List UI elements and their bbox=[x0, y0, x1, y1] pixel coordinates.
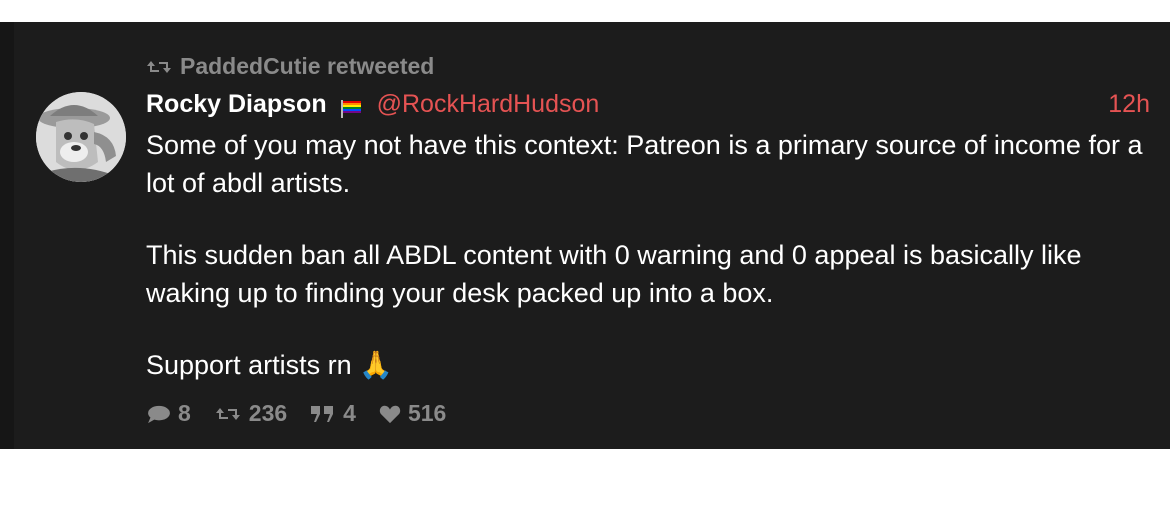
tweet-actions: 8 236 4 516 bbox=[146, 400, 446, 427]
card-left-edge bbox=[0, 22, 14, 449]
tweet-body: Some of you may not have this context: P… bbox=[146, 126, 1146, 384]
like-button[interactable]: 516 bbox=[378, 400, 446, 427]
retweet-count: 236 bbox=[248, 400, 288, 426]
rainbow-flag-icon bbox=[339, 96, 363, 118]
retweet-button[interactable]: 236 bbox=[213, 400, 287, 427]
tweet-header: Rocky Diapson @RockHardHudson 12h bbox=[146, 90, 1150, 119]
like-count: 516 bbox=[407, 400, 447, 426]
reply-count: 8 bbox=[178, 400, 191, 426]
tweet-card[interactable]: PaddedCutie retweeted Rocky Diapson @Roc… bbox=[0, 22, 1170, 449]
retweet-icon bbox=[215, 407, 240, 420]
tweet-paragraph: This sudden ban all ABDL content with 0 … bbox=[146, 240, 1090, 308]
display-name[interactable]: Rocky Diapson bbox=[146, 90, 327, 119]
avatar[interactable] bbox=[36, 92, 126, 182]
reply-icon bbox=[148, 405, 170, 423]
retweet-icon bbox=[147, 60, 171, 73]
reply-button[interactable]: 8 bbox=[146, 400, 191, 427]
retweeter-text: PaddedCutie retweeted bbox=[180, 53, 435, 79]
tweet-paragraph: Support artists rn 🙏 bbox=[146, 350, 393, 380]
tweet-paragraph: Some of you may not have this context: P… bbox=[146, 130, 1150, 198]
user-handle[interactable]: @RockHardHudson bbox=[377, 90, 600, 119]
retweet-indicator: PaddedCutie retweeted bbox=[146, 53, 434, 80]
quote-icon bbox=[311, 405, 334, 422]
heart-icon bbox=[379, 405, 401, 423]
avatar-illustration bbox=[36, 92, 126, 182]
quote-button[interactable]: 4 bbox=[309, 400, 356, 427]
timestamp[interactable]: 12h bbox=[1108, 90, 1150, 119]
quote-count: 4 bbox=[343, 400, 356, 426]
